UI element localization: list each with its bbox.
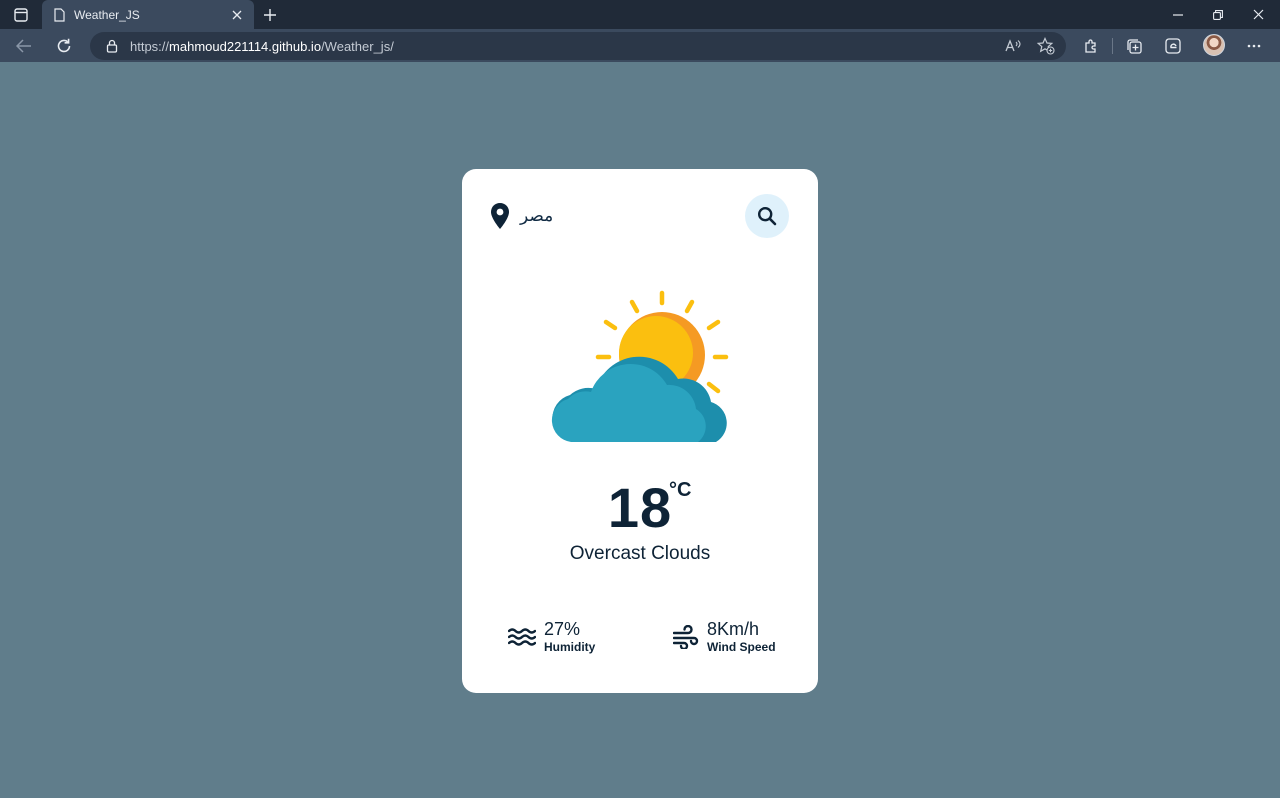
back-button[interactable] [10, 33, 38, 59]
restore-button[interactable] [1198, 0, 1238, 29]
favorites-button[interactable] [1036, 37, 1056, 55]
collections-button[interactable] [1120, 33, 1148, 59]
edge-bar-button[interactable] [1159, 33, 1187, 59]
location-pin-icon [491, 203, 509, 229]
arrow-left-icon [16, 39, 31, 53]
wind-label: Wind Speed [707, 640, 776, 654]
search-button[interactable] [745, 194, 789, 238]
collections-icon [1126, 38, 1142, 54]
restore-icon [1213, 9, 1223, 20]
browser-tab[interactable]: Weather_JS [42, 0, 254, 29]
page-icon [54, 7, 65, 22]
location-name: مصر [520, 206, 554, 226]
weather-description: Overcast Clouds [569, 543, 711, 564]
puzzle-icon [1085, 39, 1096, 53]
close-icon [232, 10, 242, 19]
url-text: https://mahmoud221114.github.io/Weather_… [130, 39, 394, 54]
edge-icon [1165, 38, 1181, 54]
wind-icon [673, 624, 699, 649]
refresh-button[interactable] [50, 33, 78, 59]
minimize-icon [1173, 13, 1183, 16]
url-scheme: https:// [130, 38, 170, 54]
profile-avatar[interactable] [1203, 34, 1225, 56]
temperature-unit: °C [669, 479, 692, 501]
humidity-value: 27% [544, 619, 581, 639]
search-icon [757, 206, 777, 226]
tab-actions-icon [14, 8, 28, 22]
lock-icon [106, 39, 118, 53]
url-path: /Weather_js/ [321, 38, 394, 54]
read-aloud-button[interactable] [1004, 37, 1024, 55]
humidity-label: Humidity [544, 640, 596, 654]
close-window-button[interactable] [1238, 0, 1278, 29]
wind-value: 8Km/h [707, 619, 760, 639]
wind-stat: 8Km/h Wind Speed [673, 619, 776, 654]
humidity-stat: 27% Humidity [508, 619, 595, 654]
browser-tab-bar: Weather_JS [0, 0, 1280, 29]
toolbar-divider [1112, 38, 1113, 54]
new-tab-button[interactable] [258, 3, 282, 27]
read-aloud-icon [1005, 39, 1021, 52]
tab-actions-button[interactable] [8, 4, 34, 26]
tab-title: Weather_JS [74, 7, 140, 22]
close-icon [1253, 9, 1263, 20]
refresh-icon [57, 38, 71, 53]
browser-nav-bar: https://mahmoud221114.github.io/Weather_… [0, 29, 1280, 62]
tab-close-button[interactable] [224, 2, 250, 28]
temperature-value: 18 [607, 476, 673, 539]
extensions-button[interactable] [1077, 33, 1105, 59]
location: مصر [490, 203, 553, 229]
url-host: mahmoud221114.github.io [169, 38, 322, 54]
sun-behind-cloud-icon [551, 290, 729, 442]
humidity-waves-icon [508, 627, 536, 646]
weather-card: مصر 18 °C Overcast Clouds 27% Humidity 8… [462, 169, 818, 693]
plus-icon [264, 9, 276, 21]
star-add-icon [1037, 37, 1055, 55]
temperature: 18 °C [462, 475, 818, 540]
address-bar[interactable]: https://mahmoud221114.github.io/Weather_… [90, 32, 1066, 60]
settings-more-button[interactable] [1240, 33, 1268, 59]
more-icon [1247, 44, 1261, 48]
minimize-button[interactable] [1158, 0, 1198, 29]
